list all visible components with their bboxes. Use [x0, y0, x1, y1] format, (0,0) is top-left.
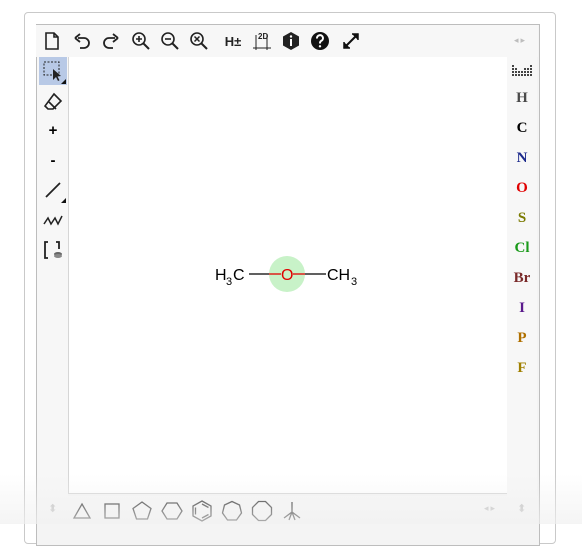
atom-right-ch: CH: [327, 267, 350, 284]
pentagon-icon: [132, 501, 152, 520]
info-icon[interactable]: [278, 28, 304, 54]
atom-button-p[interactable]: P: [507, 326, 537, 350]
bond-tool[interactable]: [39, 176, 67, 204]
square-icon: [104, 503, 120, 519]
redo-icon[interactable]: [98, 28, 124, 54]
fullscreen-icon[interactable]: [338, 28, 364, 54]
hydrogen-toggle[interactable]: H±: [218, 28, 248, 54]
charge-minus-label: -: [50, 151, 56, 169]
bracket-tool[interactable]: [39, 236, 67, 264]
chain-tool[interactable]: [39, 206, 67, 234]
atom-left-h: H: [215, 267, 227, 284]
atom-button-c[interactable]: C: [507, 116, 537, 140]
clean-2d-label: 2D: [258, 32, 268, 41]
atom-oxygen[interactable]: O: [281, 267, 293, 284]
help-icon[interactable]: [307, 28, 333, 54]
cyclohexane-template[interactable]: [158, 498, 186, 524]
atom-button-o[interactable]: O: [507, 176, 537, 200]
chain-icon: [43, 215, 63, 226]
hexagon-icon: [161, 502, 183, 520]
charge-plus-tool[interactable]: +: [39, 116, 67, 144]
single-bond-icon: [45, 182, 61, 198]
bracket-icon: [44, 241, 62, 259]
atom-button-h[interactable]: H: [507, 86, 537, 110]
cyclopropane-template[interactable]: [68, 498, 96, 524]
charge-minus-tool[interactable]: -: [39, 146, 67, 174]
cyclopentane-template[interactable]: [128, 498, 156, 524]
clean-2d-icon[interactable]: 2D: [249, 28, 275, 54]
cyclopentadiene-template[interactable]: [278, 498, 306, 524]
zoom-reset-icon[interactable]: [186, 28, 212, 54]
bottom-right-vscroll[interactable]: ⬍: [517, 502, 526, 515]
eraser-tool[interactable]: [39, 87, 67, 115]
atom-left-c: C: [233, 267, 245, 284]
selection-tool[interactable]: [39, 57, 67, 85]
undo-icon[interactable]: [69, 28, 95, 54]
atom-palette: H C N O S Cl Br I P F: [507, 56, 537, 496]
zoom-out-icon[interactable]: [157, 28, 183, 54]
toolbar-scroll-arrows[interactable]: ◂▸: [514, 36, 527, 46]
periodic-table-icon[interactable]: [507, 58, 537, 82]
triangle-icon: [72, 502, 92, 519]
left-toolbar: + -: [37, 56, 68, 496]
eraser-icon: [43, 92, 63, 110]
atom-button-n[interactable]: N: [507, 146, 537, 170]
atom-button-f[interactable]: F: [507, 356, 537, 380]
template-toolbar: ⬍ ◂▸ ⬍: [37, 496, 538, 524]
atom-button-br[interactable]: Br: [507, 266, 537, 290]
atom-button-cl[interactable]: Cl: [507, 236, 537, 260]
top-toolbar: H± 2D ◂▸: [36, 25, 538, 57]
benzene-template[interactable]: [188, 498, 216, 524]
atom-button-s[interactable]: S: [507, 206, 537, 230]
zoom-in-icon[interactable]: [128, 28, 154, 54]
atom-button-i[interactable]: I: [507, 296, 537, 320]
bottom-scroll-arrows[interactable]: ◂▸: [484, 504, 497, 514]
tripod-icon: [283, 502, 301, 521]
cyclooctane-template[interactable]: [248, 498, 276, 524]
octagon-icon: [251, 500, 273, 522]
bottom-left-vscroll[interactable]: ⬍: [48, 502, 57, 515]
atom-left-sub: 3: [226, 276, 232, 288]
heptagon-icon: [221, 500, 243, 521]
cyclobutane-template[interactable]: [98, 498, 126, 524]
benzene-icon: [192, 500, 212, 522]
atom-right-sub: 3: [351, 276, 357, 288]
drawing-canvas[interactable]: H 3 C O CH 3: [68, 57, 508, 494]
cycloheptane-template[interactable]: [218, 498, 246, 524]
charge-plus-label: +: [48, 121, 58, 139]
molecule-structure: H 3 C O CH 3: [215, 256, 357, 292]
new-document-icon[interactable]: [39, 28, 65, 54]
hydrogen-toggle-label: H±: [224, 33, 242, 49]
